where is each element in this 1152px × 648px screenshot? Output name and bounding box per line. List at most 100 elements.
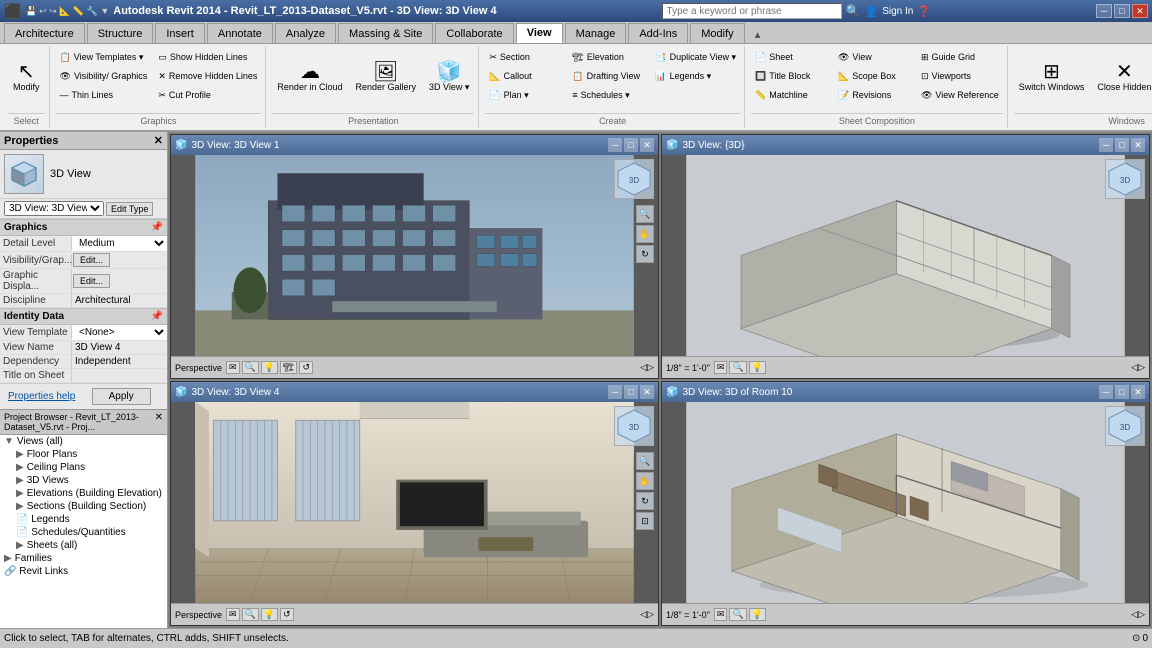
- vp2-minimize[interactable]: ─: [1099, 138, 1113, 152]
- vp4-close[interactable]: ✕: [1131, 385, 1145, 399]
- tree-schedules[interactable]: 📄 Schedules/Quantities: [0, 526, 167, 539]
- tab-annotate[interactable]: Annotate: [207, 23, 273, 43]
- vp2-footer-btn3[interactable]: 💡: [749, 361, 766, 374]
- tree-revit-links[interactable]: 🔗 Revit Links: [0, 565, 167, 578]
- vp3-footer-btn2[interactable]: 🔍: [242, 608, 259, 621]
- detail-level-value[interactable]: Medium: [72, 236, 167, 251]
- viewport-3d-room-10[interactable]: 🧊 3D View: 3D of Room 10 ─ □ ✕: [661, 381, 1150, 626]
- cut-profile-btn[interactable]: ✂ Cut Profile: [154, 86, 261, 104]
- vp3-close[interactable]: ✕: [640, 385, 654, 399]
- view-dropdown[interactable]: 3D View: 3D View 4: [4, 201, 104, 216]
- vp4-restore[interactable]: □: [1115, 385, 1129, 399]
- switch-windows-btn[interactable]: ⊞ Switch Windows: [1014, 48, 1090, 106]
- section-btn[interactable]: ✂ Section: [485, 48, 565, 66]
- show-hidden-btn[interactable]: ▭ Show Hidden Lines: [154, 48, 261, 66]
- viewport-3d-view-4[interactable]: 🧊 3D View: 3D View 4 ─ □ ✕: [170, 381, 659, 626]
- title-block-btn[interactable]: 🔲 Title Block: [751, 67, 831, 85]
- vp2-restore[interactable]: □: [1115, 138, 1129, 152]
- edit-type-btn[interactable]: Edit Type: [106, 202, 153, 216]
- callout-btn[interactable]: 📐 Callout: [485, 67, 565, 85]
- vp4-footer-btn3[interactable]: 💡: [749, 608, 766, 621]
- remove-hidden-btn[interactable]: ✕ Remove Hidden Lines: [154, 67, 261, 85]
- vp1-footer-btn1[interactable]: ✉: [226, 361, 240, 374]
- properties-close[interactable]: ✕: [154, 134, 163, 147]
- sign-in-btn[interactable]: Sign In: [882, 6, 913, 17]
- graphic-display-btn[interactable]: Edit...: [73, 274, 110, 288]
- vp1-restore[interactable]: □: [624, 138, 638, 152]
- vp4-content[interactable]: 3D: [662, 402, 1149, 603]
- vp1-content[interactable]: 3D 🔍 ✋ ↻: [171, 155, 658, 356]
- render-cloud-btn[interactable]: ☁ Render in Cloud: [272, 48, 347, 106]
- render-gallery-btn[interactable]: 🖼 Render Gallery: [350, 48, 421, 106]
- search-input[interactable]: [662, 3, 842, 19]
- vp3-nav-cube[interactable]: 3D: [614, 406, 654, 446]
- vp1-zoom-btn[interactable]: 🔍: [636, 205, 654, 223]
- guide-grid-btn[interactable]: ⊞ Guide Grid: [917, 48, 1003, 66]
- tree-sheets[interactable]: ▶ Sheets (all): [0, 539, 167, 552]
- view-templates-btn[interactable]: 📋 View Templates ▾: [56, 48, 152, 66]
- tab-insert[interactable]: Insert: [155, 23, 205, 43]
- tree-legends[interactable]: 📄 Legends: [0, 513, 167, 526]
- vp1-footer-btn4[interactable]: 🏗: [280, 361, 297, 374]
- vp4-footer-btn2[interactable]: 🔍: [729, 608, 746, 621]
- vp3-footer-btn4[interactable]: ↺: [280, 608, 294, 621]
- matchline-btn[interactable]: 📏 Matchline: [751, 86, 831, 104]
- visibility-grap-btn[interactable]: Edit...: [73, 253, 110, 267]
- help-icon[interactable]: ❓: [917, 5, 931, 18]
- view-reference-btn[interactable]: 👁 View Reference: [917, 86, 1003, 104]
- vp4-footer-btn1[interactable]: ✉: [714, 608, 728, 621]
- tab-addins[interactable]: Add-Ins: [628, 23, 688, 43]
- tree-views-all[interactable]: ▼ Views (all): [0, 435, 167, 448]
- vp3-pan-btn[interactable]: ✋: [636, 472, 654, 490]
- revisions-btn[interactable]: 📝 Revisions: [834, 86, 914, 104]
- tree-floor-plans[interactable]: ▶ Floor Plans: [0, 448, 167, 461]
- vp3-zoom-btn[interactable]: 🔍: [636, 452, 654, 470]
- vp3-region-btn[interactable]: ⊡: [636, 512, 654, 530]
- vp2-footer-btn2[interactable]: 🔍: [729, 361, 746, 374]
- vp1-pan-btn[interactable]: ✋: [636, 225, 654, 243]
- vp2-close[interactable]: ✕: [1131, 138, 1145, 152]
- visibility-graphics-btn[interactable]: 👁 Visibility/ Graphics: [56, 67, 152, 85]
- modify-btn[interactable]: ↖ Modify: [8, 48, 45, 106]
- elevation-btn[interactable]: 🏗 Elevation: [568, 48, 648, 66]
- expand-ribbon-btn[interactable]: ▲: [747, 28, 769, 43]
- vp4-minimize[interactable]: ─: [1099, 385, 1113, 399]
- restore-btn[interactable]: □: [1114, 4, 1130, 18]
- vp1-close[interactable]: ✕: [640, 138, 654, 152]
- project-browser-close[interactable]: ✕: [155, 412, 163, 432]
- apply-btn[interactable]: Apply: [92, 388, 151, 405]
- close-btn[interactable]: ✕: [1132, 4, 1148, 18]
- vp1-minimize[interactable]: ─: [608, 138, 622, 152]
- vp2-footer-btn1[interactable]: ✉: [714, 361, 728, 374]
- vp2-content[interactable]: 3D: [662, 155, 1149, 356]
- viewports-btn[interactable]: ⊡ Viewports: [917, 67, 1003, 85]
- vp1-footer-btn3[interactable]: 💡: [261, 361, 278, 374]
- vp2-nav-cube[interactable]: 3D: [1105, 159, 1145, 199]
- vp1-nav-cube[interactable]: 3D: [614, 159, 654, 199]
- view-comp-btn[interactable]: 👁 View: [834, 48, 914, 66]
- sheet-btn[interactable]: 📄 Sheet: [751, 48, 831, 66]
- vp3-footer-btn1[interactable]: ✉: [226, 608, 240, 621]
- vp3-minimize[interactable]: ─: [608, 385, 622, 399]
- tree-elevations[interactable]: ▶ Elevations (Building Elevation): [0, 487, 167, 500]
- tab-massing[interactable]: Massing & Site: [338, 23, 433, 43]
- tab-architecture[interactable]: Architecture: [4, 23, 85, 43]
- vp3-restore[interactable]: □: [624, 385, 638, 399]
- duplicate-btn[interactable]: 📑 Duplicate View ▾: [651, 48, 740, 66]
- viewport-3d-view-1[interactable]: 🧊 3D View: 3D View 1 ─ □ ✕: [170, 134, 659, 379]
- thin-lines-btn[interactable]: — Thin Lines: [56, 86, 152, 104]
- tree-ceiling-plans[interactable]: ▶ Ceiling Plans: [0, 461, 167, 474]
- tab-manage[interactable]: Manage: [565, 23, 627, 43]
- vp4-nav-cube[interactable]: 3D: [1105, 406, 1145, 446]
- tree-3d-views[interactable]: ▶ 3D Views: [0, 474, 167, 487]
- tab-structure[interactable]: Structure: [87, 23, 154, 43]
- vp1-orbit-btn[interactable]: ↻: [636, 245, 654, 263]
- plan-btn[interactable]: 📄 Plan ▾: [485, 86, 565, 104]
- view-template-value[interactable]: <None>: [72, 325, 167, 340]
- tree-families[interactable]: ▶ Families: [0, 552, 167, 565]
- viewport-3d-view-3d[interactable]: 🧊 3D View: {3D} ─ □ ✕: [661, 134, 1150, 379]
- schedules-btn[interactable]: ≡ Schedules ▾: [568, 86, 648, 104]
- vp1-footer-btn5[interactable]: ↺: [299, 361, 313, 374]
- drafting-btn[interactable]: 📋 Drafting View: [568, 67, 648, 85]
- tree-sections[interactable]: ▶ Sections (Building Section): [0, 500, 167, 513]
